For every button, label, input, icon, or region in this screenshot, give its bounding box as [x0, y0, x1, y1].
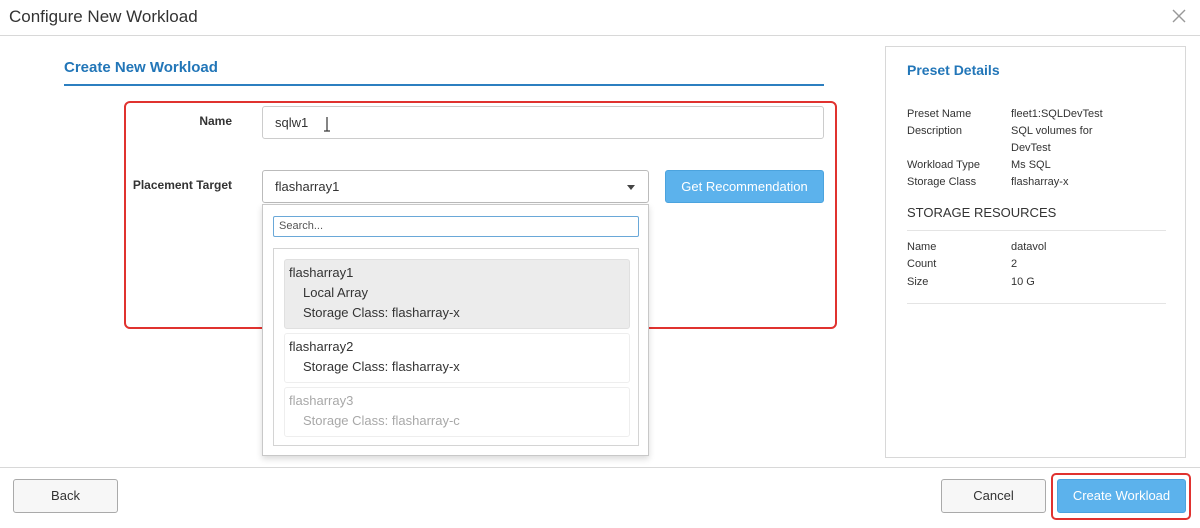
placement-target-value: flasharray1 [275, 179, 340, 194]
resources-divider [907, 303, 1166, 304]
resource-key: Count [907, 258, 937, 270]
preset-field-key: Storage Class [907, 176, 977, 188]
resource-value: 2 [1011, 258, 1018, 270]
option-detail: Local Array [303, 285, 369, 300]
dropdown-search-input[interactable]: Search... [273, 216, 639, 237]
caret-down-icon [627, 185, 635, 190]
dropdown-option-list[interactable]: flasharray1 Local Array Storage Class: f… [273, 248, 639, 446]
option-name: flasharray3 [289, 393, 354, 408]
close-icon[interactable] [1168, 5, 1190, 27]
storage-resources-title: STORAGE RESOURCES [907, 205, 1057, 220]
preset-field-value: fleet1:SQLDevTest [1011, 108, 1103, 120]
preset-details-title: Preset Details [907, 62, 1000, 78]
resource-key: Size [907, 276, 929, 288]
resource-value: 10 G [1011, 276, 1035, 288]
preset-field-key: Workload Type [907, 159, 980, 171]
resources-divider [907, 230, 1166, 231]
preset-field-value: Ms SQL [1011, 159, 1051, 171]
dialog-titlebar: Configure New Workload [0, 0, 1200, 36]
resource-value: datavol [1011, 241, 1047, 253]
footer-divider [0, 467, 1200, 468]
preset-field-value: SQL volumes for DevTest [1011, 125, 1093, 154]
back-button[interactable]: Back [13, 479, 118, 513]
text-cursor-icon [324, 117, 330, 132]
preset-field-key: Preset Name [907, 108, 972, 120]
option-name: flasharray1 [289, 265, 354, 280]
dropdown-option-flasharray1[interactable]: flasharray1 Local Array Storage Class: f… [284, 259, 630, 329]
option-detail: Storage Class: flasharray-x [303, 305, 460, 320]
option-detail: Storage Class: flasharray-x [303, 359, 460, 374]
resource-key: Name [907, 241, 937, 253]
cancel-button[interactable]: Cancel [941, 479, 1046, 513]
section-divider [64, 84, 824, 86]
option-detail: Storage Class: flasharray-c [303, 413, 460, 428]
preset-field-value: flasharray-x [1011, 176, 1069, 188]
dialog-title: Configure New Workload [9, 7, 198, 26]
dropdown-option-flasharray3: flasharray3 Storage Class: flasharray-c [284, 387, 630, 437]
name-input[interactable]: sqlw1 [262, 106, 824, 139]
create-workload-button[interactable]: Create Workload [1057, 479, 1186, 513]
name-label: Name [199, 114, 232, 128]
placement-target-dropdown: Search... flasharray1 Local Array Storag… [262, 204, 649, 456]
get-recommendation-button[interactable]: Get Recommendation [665, 170, 824, 203]
preset-field-key: Description [907, 125, 963, 137]
placement-target-label: Placement Target [132, 178, 232, 192]
preset-details-panel: Preset Details Preset Name fleet1:SQLDev… [885, 46, 1186, 458]
dropdown-option-flasharray2[interactable]: flasharray2 Storage Class: flasharray-x [284, 333, 630, 383]
option-name: flasharray2 [289, 339, 354, 354]
placement-target-select[interactable]: flasharray1 [262, 170, 649, 203]
section-title: Create New Workload [64, 59, 218, 76]
